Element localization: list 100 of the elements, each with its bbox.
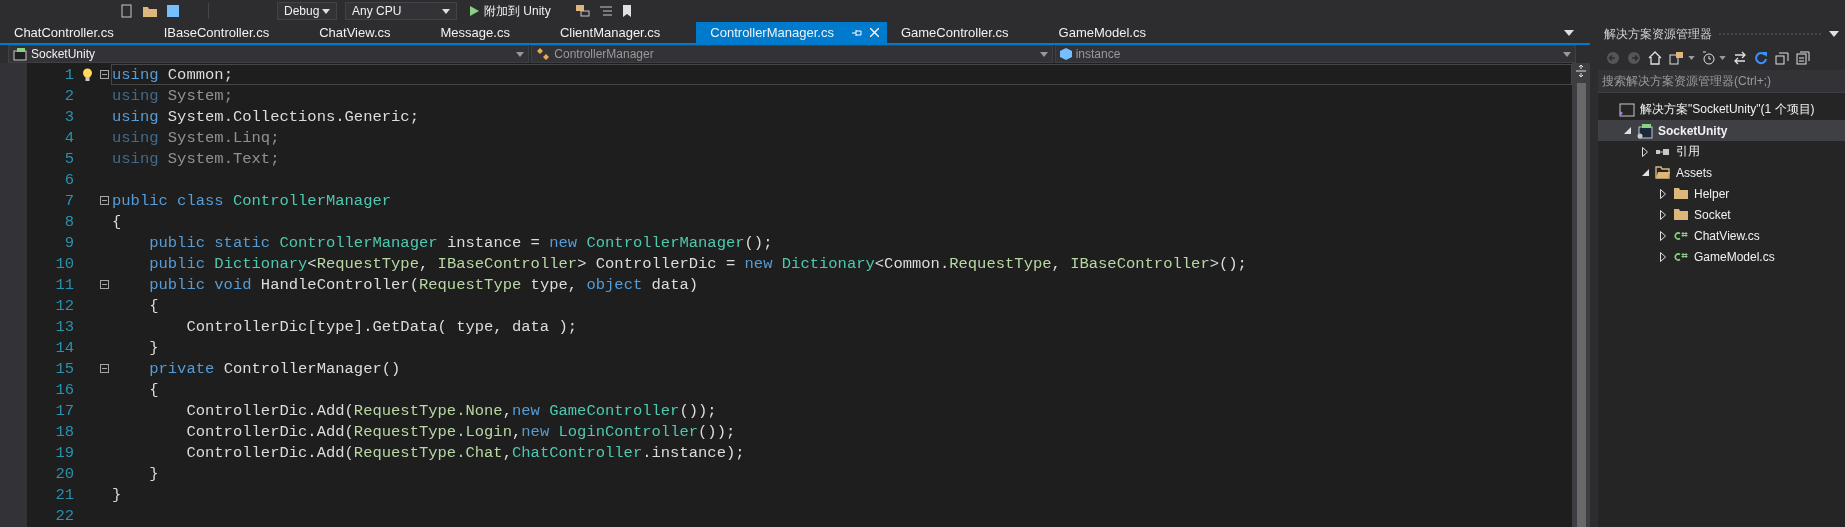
member-dropdown[interactable]: instance — [1054, 45, 1576, 63]
code-line: ControllerDic.Add(RequestType.Login,new LoginController()); — [185, 422, 736, 441]
caret-icon — [1039, 51, 1048, 57]
platform-dropdown[interactable]: Any CPU — [345, 2, 457, 20]
collapse-all-icon[interactable] — [1775, 51, 1789, 65]
file-tab[interactable]: ChatController.cs — [0, 22, 150, 43]
project-icon — [13, 47, 27, 61]
collapsed-arrow-icon[interactable] — [1660, 251, 1666, 262]
line-number: 13 — [54, 317, 74, 336]
references-icon — [1655, 146, 1671, 157]
code-line: public void HandleController(RequestType type, object data) — [148, 275, 699, 294]
collapse-icon[interactable] — [100, 364, 109, 373]
bookmark-icon[interactable] — [620, 4, 633, 18]
code-line: } — [148, 464, 159, 483]
configuration-dropdown[interactable]: Debug — [277, 2, 337, 20]
line-number: 14 — [54, 338, 74, 357]
line-number: 8 — [63, 212, 74, 231]
caret-icon[interactable] — [1688, 56, 1695, 60]
panel-menu-caret-icon[interactable] — [1829, 31, 1839, 37]
code-line: } — [148, 338, 159, 357]
collapsed-arrow-icon[interactable] — [1660, 230, 1666, 241]
tree-item[interactable]: Socket — [1598, 204, 1845, 225]
collapse-icon[interactable] — [100, 70, 109, 79]
refresh-icon[interactable] — [1754, 51, 1768, 65]
folder-icon — [1655, 166, 1671, 179]
project-dropdown[interactable]: SocketUnity — [8, 45, 530, 63]
swap-arrows-icon[interactable] — [1733, 51, 1747, 65]
caret-icon — [442, 8, 450, 14]
caret-icon — [516, 51, 525, 57]
tree-item[interactable]: GameModel.cs — [1598, 246, 1845, 267]
file-tab[interactable]: GameModel.cs — [1044, 22, 1182, 43]
code-line: using System.Text; — [112, 149, 280, 168]
scrollbar-thumb[interactable] — [1576, 83, 1586, 527]
line-number: 3 — [63, 107, 74, 126]
close-icon[interactable] — [869, 28, 879, 37]
split-icon[interactable] — [1576, 65, 1586, 77]
project-icon — [1637, 122, 1653, 139]
play-icon — [469, 6, 479, 16]
tree-item[interactable]: 引用 — [1598, 141, 1845, 162]
file-tab[interactable]: ControllerManager.cs — [696, 22, 887, 43]
code-line: using System.Linq; — [112, 128, 280, 147]
folder-icon — [1673, 187, 1689, 200]
start-button[interactable]: 附加到 Unity — [465, 2, 567, 20]
file-tab[interactable]: ClientManager.cs — [545, 22, 697, 43]
code-line: using Common; — [112, 65, 233, 84]
collapsed-arrow-icon[interactable] — [1660, 188, 1666, 199]
caret-icon[interactable] — [1719, 56, 1726, 60]
solution-icon — [1619, 102, 1635, 117]
comment-icon[interactable] — [598, 4, 613, 18]
file-tab[interactable]: IBaseController.cs — [149, 22, 306, 43]
tree-item[interactable]: ChatView.cs — [1598, 225, 1845, 246]
tree-item[interactable]: Assets — [1598, 162, 1845, 183]
save-icon[interactable] — [166, 4, 180, 18]
line-number: 19 — [54, 443, 74, 462]
code-line: ControllerDic[type].GetData( type, data ); — [185, 317, 578, 336]
csharp-file-icon — [1673, 251, 1689, 262]
expanded-arrow-icon[interactable] — [1641, 169, 1649, 176]
code-line: ControllerDic.Add(RequestType.None,new GameController()); — [185, 401, 717, 420]
tree-item[interactable]: 解决方案"SocketUnity"(1 个项目) — [1598, 99, 1845, 120]
collapse-icon[interactable] — [100, 196, 109, 205]
new-item-icon[interactable] — [120, 4, 134, 18]
lightbulb-icon[interactable] — [81, 67, 93, 82]
home-icon[interactable] — [1648, 51, 1662, 65]
code-line: ControllerDic.Add(RequestType.Chat,ChatController.instance); — [185, 443, 745, 462]
code-line: public static ControllerManager instance = new ControllerManager(); — [148, 233, 773, 252]
pin-icon[interactable] — [851, 27, 862, 38]
open-folder-icon[interactable] — [142, 4, 158, 18]
properties-icon[interactable] — [1796, 51, 1810, 65]
folder-icon — [1673, 208, 1689, 221]
search-field[interactable]: 搜索解决方案资源管理器(Ctrl+;) — [1598, 70, 1845, 93]
sync-icon[interactable] — [1669, 51, 1685, 65]
file-tab[interactable]: GameController.cs — [886, 22, 1045, 43]
file-tab[interactable]: Message.cs — [426, 22, 546, 43]
panel-title: 解决方案资源管理器 — [1604, 25, 1712, 43]
line-number: 6 — [63, 170, 74, 189]
line-number: 10 — [54, 254, 74, 273]
code-line: } — [112, 485, 122, 504]
code-line: private ControllerManager() — [148, 359, 401, 378]
code-line: { — [148, 296, 159, 315]
collapsed-arrow-icon[interactable] — [1642, 146, 1648, 157]
tree-item[interactable]: SocketUnity — [1598, 120, 1845, 141]
expanded-arrow-icon[interactable] — [1623, 127, 1631, 134]
field-icon — [1059, 48, 1072, 60]
type-dropdown[interactable]: ControllerManager — [531, 45, 1053, 63]
code-line: using System; — [112, 86, 233, 105]
tab-list-caret-icon[interactable] — [1564, 29, 1574, 36]
line-number: 7 — [63, 191, 74, 210]
code-line: { — [148, 380, 159, 399]
tree-item[interactable]: Helper — [1598, 183, 1845, 204]
find-icon[interactable] — [574, 4, 591, 18]
line-number: 21 — [54, 485, 74, 504]
line-number: 20 — [54, 464, 74, 483]
file-tab[interactable]: ChatView.cs — [305, 22, 427, 43]
collapse-icon[interactable] — [100, 280, 109, 289]
collapsed-arrow-icon[interactable] — [1660, 209, 1666, 220]
line-number: 17 — [54, 401, 74, 420]
line-number: 16 — [54, 380, 74, 399]
line-number: 18 — [54, 422, 74, 441]
history-icon[interactable] — [1702, 51, 1716, 65]
csharp-file-icon — [1673, 230, 1689, 241]
